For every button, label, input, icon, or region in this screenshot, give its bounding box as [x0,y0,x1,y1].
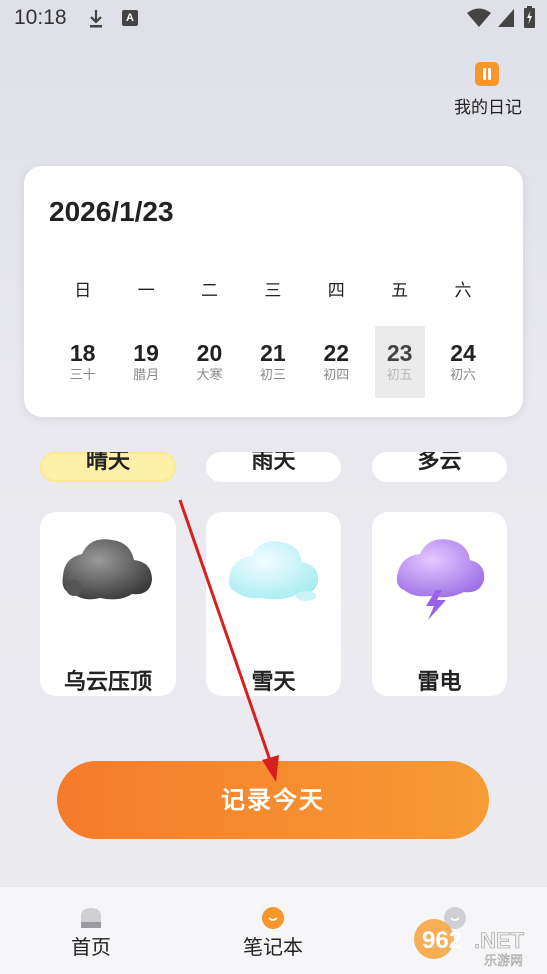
signal-icon [498,9,514,27]
day-lunar: 初六 [450,368,477,383]
weather-label-snow: 雪天 [251,670,296,695]
weather-tile-rain[interactable]: 雨天 [206,452,341,482]
watermark-subtitle: 乐游网 [484,954,523,968]
weather-label-rain: 雨天 [251,452,296,474]
day-number: 24 [450,340,476,366]
day-number: 21 [260,340,286,366]
weekday-label: 日 [74,281,92,301]
day-cell[interactable]: 19 腊月 [114,326,177,398]
nav-item-home[interactable]: 首页 [31,887,151,974]
weekday-label: 五 [391,281,409,301]
weather-tile-thunder[interactable]: 雷电 [372,512,507,696]
accessibility-a-icon: A [122,10,138,26]
nav-label-notebook: 笔记本 [243,935,303,959]
day-number: 23 [386,340,413,366]
weekday-label: 二 [200,281,218,301]
my-diary-button[interactable]: 我的日记 [448,60,528,120]
download-icon [90,10,102,28]
day-row: 18 三十 19 腊月 20 大寒 21 初三 22 初四 23 初五 24 初… [51,326,495,398]
dark-cloud-icon [62,539,152,600]
watermark-number: 962 [422,927,462,954]
weather-label-dark-clouds: 乌云压顶 [63,670,152,695]
weather-tile-dark-clouds[interactable]: 乌云压顶 [40,512,176,696]
calendar-card: 2026/1/23 日 一 二 三 四 五 六 18 三十 19 腊月 20 大… [24,166,523,417]
day-number: 20 [196,340,223,366]
day-cell[interactable]: 22 初四 [305,326,368,398]
battery-charging-icon [524,6,535,28]
weather-label-sunny: 晴天 [85,452,130,474]
watermark-suffix: .NET [474,928,525,953]
weekday-row: 日 一 二 三 四 五 六 [51,276,495,301]
thunder-cloud-icon [396,539,485,620]
day-number: 18 [69,340,96,366]
weather-label-thunder: 雷电 [417,670,462,695]
weekday-label: 六 [454,281,472,301]
day-number: 22 [323,340,350,366]
weather-label-cloudy: 多云 [417,452,462,474]
day-lunar: 三十 [69,368,96,383]
home-icon [81,908,101,928]
weather-tile-sunny[interactable]: 晴天 [40,452,176,482]
nav-label-home: 首页 [71,935,111,959]
calendar-date: 2026/1/23 [49,196,174,227]
day-lunar: 初四 [323,368,350,383]
day-lunar: 腊月 [133,368,160,383]
day-cell[interactable]: 24 初六 [431,326,494,398]
day-lunar: 初三 [259,368,286,383]
snow-cloud-icon [228,541,319,601]
day-cell[interactable]: 18 三十 [51,326,114,398]
day-cell-selected[interactable]: 23 初五 [374,326,425,398]
record-today-button[interactable]: 记录今天 [57,761,489,839]
status-time: 10:18 [14,6,67,29]
day-number: 19 [133,340,159,366]
day-lunar: 大寒 [196,368,223,383]
weekday-label: 三 [264,281,282,301]
weather-tile-snow[interactable]: 雪天 [206,512,341,696]
wifi-icon [467,8,491,27]
weekday-label: 一 [137,281,155,301]
site-watermark-logo: 962 .NET 乐游网 [414,919,525,968]
day-cell[interactable]: 21 初三 [241,326,304,398]
day-lunar: 初五 [386,368,413,383]
nav-item-notebook[interactable]: 笔记本 [213,887,333,974]
my-diary-label: 我的日记 [454,98,522,118]
status-bar: 10:18 A [0,0,547,38]
notebook-icon [262,907,284,929]
diary-pause-icon [475,62,499,86]
weather-tile-cloudy[interactable]: 多云 [372,452,507,482]
weekday-label: 四 [327,281,345,301]
day-cell[interactable]: 20 大寒 [178,326,241,398]
